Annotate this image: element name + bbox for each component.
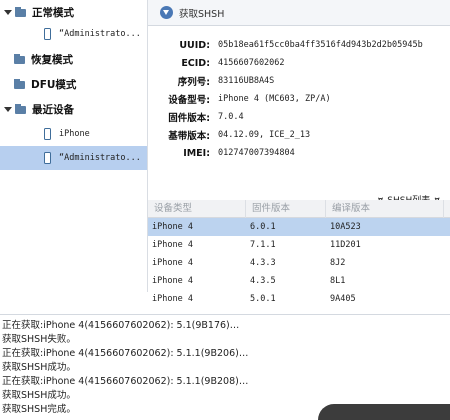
- info-row-uuid: UUID: 05b18ea61f5cc0ba4ff3516f4d943b2d2b…: [148, 37, 423, 53]
- info-value: iPhone 4 (MC603, ZP/A): [218, 94, 331, 104]
- tree-item-normal-mode[interactable]: 正常模式: [0, 0, 74, 24]
- info-value: 83116UB8A4S: [218, 76, 275, 86]
- table-header: 设备类型 固件版本 编译版本: [148, 200, 450, 218]
- phone-icon: [44, 128, 51, 140]
- info-row-serial: 序列号: 83116UB8A4S: [148, 73, 275, 89]
- column-header-device-type[interactable]: 设备类型: [148, 200, 246, 218]
- log-line: 获取SHSH完成。: [2, 404, 76, 415]
- info-label: UUID:: [179, 39, 210, 51]
- log-line: 正在获取:iPhone 4(4156607602062): 5.1.1(9B20…: [2, 376, 249, 387]
- cell-firmware: 6.0.1: [250, 222, 276, 232]
- cell-build: 8J2: [330, 258, 346, 268]
- log-line: 获取SHSH失败。: [2, 334, 76, 345]
- info-label: 设备型号:: [168, 95, 210, 106]
- overlay-widget: [318, 404, 450, 420]
- get-shsh-button[interactable]: 获取SHSH: [160, 6, 224, 20]
- info-value: 04.12.09, ICE_2_13: [218, 130, 311, 140]
- cell-firmware: 7.1.1: [250, 240, 276, 250]
- log-line: 获取SHSH成功。: [2, 362, 76, 373]
- get-shsh-label: 获取SHSH: [179, 8, 225, 20]
- info-row-firmware: 固件版本: 7.0.4: [148, 109, 244, 125]
- cell-device: iPhone 4: [152, 222, 193, 232]
- collapse-arrow-icon[interactable]: [4, 9, 12, 17]
- tree-item-label: 恢复模式: [31, 53, 73, 66]
- info-value: 012747007394804: [218, 148, 295, 158]
- tree-item-label: iPhone: [59, 129, 90, 139]
- log-line: 正在获取:iPhone 4(4156607602062): 5.1(9B176)…: [2, 320, 240, 331]
- info-value: 4156607602062: [218, 58, 285, 68]
- tree-item-device-selected[interactable]: “Administrato...: [0, 146, 147, 170]
- tree-item-label: DFU模式: [31, 78, 77, 91]
- table-row[interactable]: iPhone 4 6.0.1 10A523: [148, 218, 450, 236]
- info-row-ecid: ECID: 4156607602062: [148, 55, 285, 71]
- folder-icon: [15, 104, 26, 114]
- tree-item-device[interactable]: “Administrato...: [0, 22, 141, 46]
- info-value: 7.0.4: [218, 112, 244, 122]
- tree-item-dfu-mode[interactable]: DFU模式: [0, 72, 76, 96]
- device-tree: 正常模式 “Administrato... 恢复模式 DFU模式 最近设备 iP…: [0, 0, 148, 292]
- table-row[interactable]: iPhone 4 4.3.5 8L1: [148, 272, 450, 290]
- phone-icon: [44, 28, 51, 40]
- cell-build: 11D201: [330, 240, 361, 250]
- log-line: 正在获取:iPhone 4(4156607602062): 5.1.1(9B20…: [2, 348, 249, 359]
- folder-icon: [14, 79, 25, 89]
- folder-icon: [15, 7, 26, 17]
- table-row[interactable]: iPhone 4 7.1.1 11D201: [148, 236, 450, 254]
- toolbar: 获取SHSH: [148, 0, 450, 26]
- cell-device: iPhone 4: [152, 258, 193, 268]
- shsh-table: 设备类型 固件版本 编译版本 iPhone 4 6.0.1 10A523 iPh…: [148, 200, 450, 310]
- cell-firmware: 5.0.1: [250, 294, 276, 304]
- tree-item-device-iphone[interactable]: iPhone: [0, 122, 90, 146]
- cell-firmware: 4.3.5: [250, 276, 276, 286]
- info-row-model: 设备型号: iPhone 4 (MC603, ZP/A): [148, 91, 331, 107]
- info-value: 05b18ea61f5cc0ba4ff3516f4d943b2d2b05945b: [218, 40, 423, 50]
- tree-item-label: “Administrato...: [59, 29, 141, 39]
- cell-build: 10A523: [330, 222, 361, 232]
- tree-item-label: “Administrato...: [59, 153, 141, 163]
- info-row-imei: IMEI: 012747007394804: [148, 145, 295, 161]
- cell-device: iPhone 4: [152, 240, 193, 250]
- phone-icon: [44, 152, 51, 164]
- device-info-panel: UUID: 05b18ea61f5cc0ba4ff3516f4d943b2d2b…: [148, 27, 450, 207]
- cell-build: 8L1: [330, 276, 346, 286]
- tree-item-label: 最近设备: [32, 103, 74, 116]
- cell-build: 9A405: [330, 294, 356, 304]
- tree-item-recovery-mode[interactable]: 恢复模式: [0, 47, 73, 71]
- info-label: IMEI:: [183, 147, 210, 159]
- table-row[interactable]: iPhone 4 5.0.1 9A405: [148, 290, 450, 308]
- info-label: 固件版本:: [168, 113, 210, 124]
- info-label: ECID:: [181, 57, 210, 69]
- log-line: 获取SHSH成功。: [2, 390, 76, 401]
- info-label: 基带版本:: [168, 131, 210, 142]
- table-row[interactable]: iPhone 4 4.3.3 8J2: [148, 254, 450, 272]
- cell-firmware: 4.3.3: [250, 258, 276, 268]
- info-row-baseband: 基带版本: 04.12.09, ICE_2_13: [148, 127, 310, 143]
- column-header-build[interactable]: 编译版本: [326, 200, 444, 218]
- folder-icon: [14, 54, 25, 64]
- collapse-arrow-icon[interactable]: [4, 106, 12, 114]
- info-label: 序列号:: [177, 77, 210, 88]
- cell-device: iPhone 4: [152, 276, 193, 286]
- tree-item-recent-devices[interactable]: 最近设备: [0, 97, 74, 121]
- download-icon: [160, 6, 173, 19]
- column-header-firmware[interactable]: 固件版本: [246, 200, 326, 218]
- cell-device: iPhone 4: [152, 294, 193, 304]
- tree-item-label: 正常模式: [32, 6, 74, 19]
